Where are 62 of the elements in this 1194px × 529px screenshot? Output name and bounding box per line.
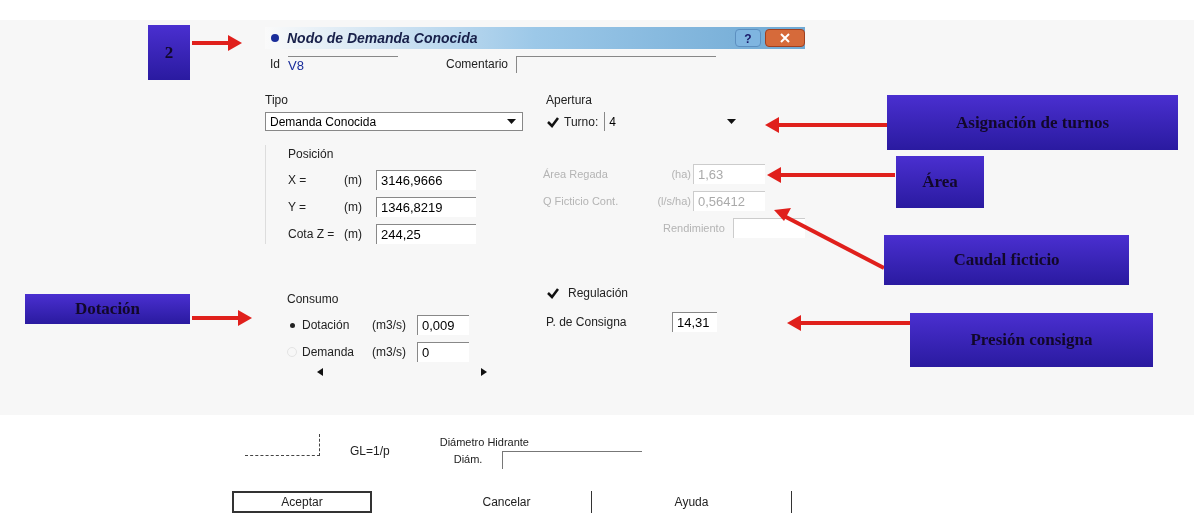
field-label: Id <box>270 56 280 73</box>
left-arrow-icon <box>317 368 323 376</box>
checkbox[interactable] <box>546 286 560 300</box>
window-title: Nodo de Demanda Conocida <box>287 28 478 48</box>
text-field[interactable]: 14,31 <box>672 312 717 332</box>
arrow <box>192 310 252 326</box>
unit-label: (m3/s) <box>372 317 407 334</box>
close-button[interactable] <box>765 29 805 47</box>
callout-label: Dotación <box>25 294 190 324</box>
callout-label: Presión consigna <box>910 313 1153 367</box>
text-field[interactable] <box>516 56 717 73</box>
unit-label: (m3/s) <box>372 344 407 361</box>
text-field[interactable]: V8 <box>288 56 398 73</box>
text-field[interactable] <box>502 450 643 469</box>
field-label: X = <box>288 172 308 189</box>
option-label: Dotación <box>302 317 351 334</box>
unit-label: (m) <box>344 199 363 216</box>
callout-label: Área <box>896 156 984 208</box>
field-label: Comentario <box>446 56 509 73</box>
dialog-button[interactable]: Cancelar <box>422 490 592 513</box>
arrow <box>192 35 242 51</box>
field-label: Turno: <box>564 113 599 131</box>
checkmark-icon <box>547 115 559 128</box>
text-field[interactable] <box>733 218 805 238</box>
checkmark-icon <box>547 287 559 299</box>
unit-label: (m) <box>344 226 363 243</box>
field-label: Rendimiento <box>663 220 726 236</box>
group-label: Posición <box>288 146 335 163</box>
help-button[interactable]: ? <box>735 29 761 47</box>
field-label: Y = <box>288 199 308 216</box>
text-field[interactable]: 0 <box>417 342 469 362</box>
callout-label: Asignación de turnos <box>887 95 1178 150</box>
field-label: P. de Consigna <box>546 314 628 331</box>
field-label: Q Ficticio Cont. <box>543 193 620 209</box>
callout-label: 2 <box>148 25 190 80</box>
dropdown[interactable]: 4 <box>604 112 745 131</box>
field-label: Tipo <box>265 92 289 109</box>
unit-label: (ha) <box>670 166 692 182</box>
unit-label: (l/s/ha) <box>656 193 692 209</box>
right-arrow-icon <box>481 368 487 376</box>
checkbox-label: Regulación <box>568 285 629 302</box>
option-label: Demanda <box>302 344 356 361</box>
dialog-button[interactable]: Aceptar <box>232 490 372 513</box>
formula-label: GL=1/p <box>350 443 390 460</box>
field-label: Diám. <box>453 452 483 468</box>
caret-icon <box>507 118 516 125</box>
field-label: Cota Z = <box>288 226 336 243</box>
callout-label: Caudal ficticio <box>884 235 1129 285</box>
group-label: Consumo <box>287 291 340 308</box>
dialog-button[interactable]: Ayuda <box>592 490 792 513</box>
caret-icon <box>727 118 737 125</box>
text-field[interactable]: 3146,9666 <box>376 170 476 190</box>
close-icon <box>780 33 790 43</box>
window-icon <box>271 34 279 42</box>
text-field[interactable]: 1346,8219 <box>376 197 476 217</box>
group-label: Diámetro Hidrante <box>439 435 530 450</box>
dropdown[interactable]: Demanda Conocida <box>265 112 523 131</box>
field-label: Apertura <box>546 92 594 109</box>
unit-label: (m) <box>344 172 363 189</box>
text-field[interactable]: 244,25 <box>376 224 476 244</box>
text-field[interactable]: 0,009 <box>417 315 469 335</box>
field-label: Área Regada <box>543 166 609 182</box>
